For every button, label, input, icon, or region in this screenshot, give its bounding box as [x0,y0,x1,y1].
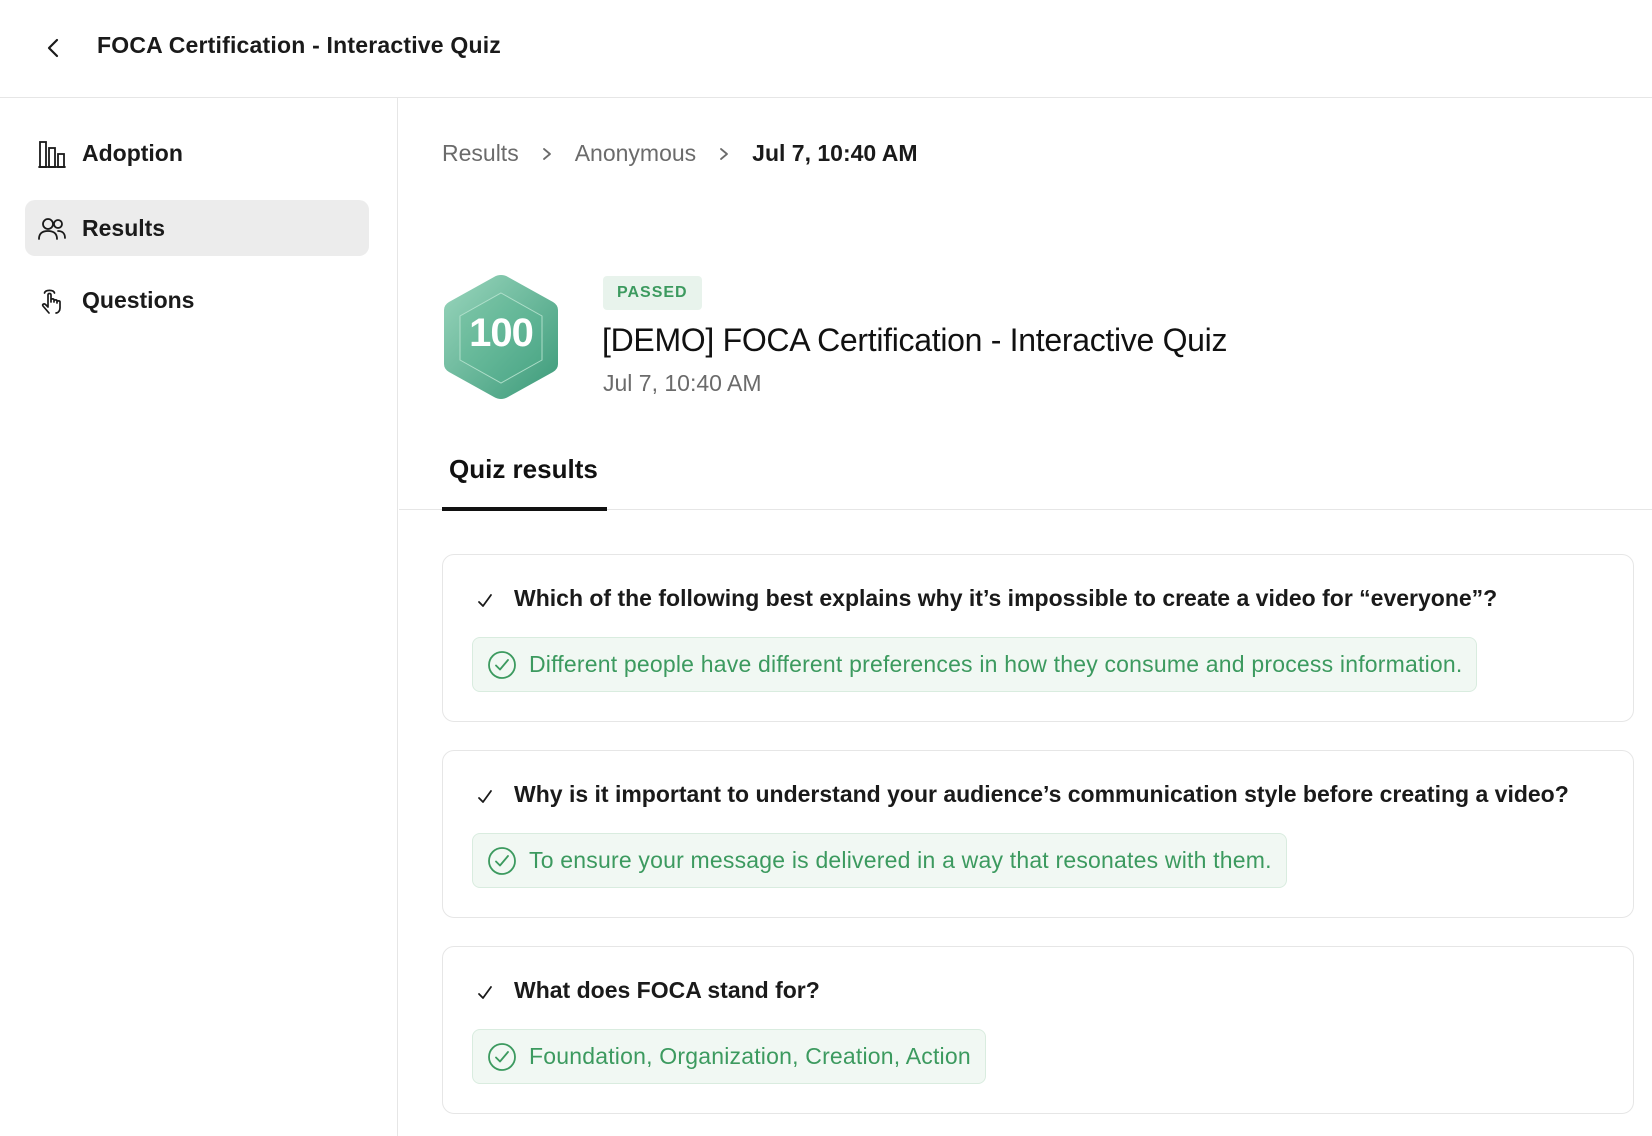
check-icon [473,589,497,613]
top-bar: FOCA Certification - Interactive Quiz [0,0,1652,98]
main-content: Results Anonymous Jul 7, 10:40 AM 100 PA… [399,98,1652,1136]
sidebar-item-label: Results [82,215,166,241]
question-card: Why is it important to understand your a… [442,750,1634,918]
answer-text: Different people have different preferen… [529,651,1463,677]
correct-answer: Different people have different preferen… [472,637,1478,692]
tab-active-indicator [442,507,607,511]
answer-text: Foundation, Organization, Creation, Acti… [529,1043,971,1069]
breadcrumb: Results Anonymous Jul 7, 10:40 AM [442,140,918,167]
tab-bar: Quiz results [399,450,1652,511]
check-circle-icon [488,847,516,875]
bar-chart-icon [37,139,67,169]
sidebar-item-adoption[interactable]: Adoption [25,125,369,181]
correct-answer: Foundation, Organization, Creation, Acti… [472,1029,986,1084]
correct-answer: To ensure your message is delivered in a… [472,833,1287,888]
chevron-left-icon [47,38,59,58]
pointer-hand-icon [37,286,67,316]
sidebar: Adoption Results Questions [0,98,398,1136]
back-button[interactable] [36,30,72,66]
check-circle-icon [488,651,516,679]
question-text: Why is it important to understand your a… [514,781,1569,807]
breadcrumb-anonymous[interactable]: Anonymous [575,140,696,167]
check-circle-icon [488,1043,516,1071]
check-icon [473,785,497,809]
status-badge: PASSED [603,276,702,310]
tab-label: Quiz results [449,454,598,484]
users-icon [37,214,67,244]
app-title: FOCA Certification - Interactive Quiz [97,32,501,58]
score-badge: 100 [441,271,561,403]
score-value: 100 [469,311,534,355]
answer-text: To ensure your message is delivered in a… [529,847,1272,873]
sidebar-item-label: Adoption [82,140,183,166]
question-card: What does FOCA stand for? Foundation, Or… [442,946,1634,1114]
question-card: Which of the following best explains why… [442,554,1634,722]
sidebar-item-questions[interactable]: Questions [25,272,369,328]
sidebar-item-label: Questions [82,287,195,313]
breadcrumb-results[interactable]: Results [442,140,519,167]
tab-quiz-results[interactable]: Quiz results [442,450,607,511]
question-text: Which of the following best explains why… [514,585,1498,611]
sidebar-item-results[interactable]: Results [25,200,369,256]
chevron-right-icon [718,147,730,161]
check-icon [473,981,497,1005]
question-text: What does FOCA stand for? [514,977,820,1003]
page-title: [DEMO] FOCA Certification - Interactive … [602,322,1228,358]
submission-date: Jul 7, 10:40 AM [603,370,762,396]
chevron-right-icon [541,147,553,161]
breadcrumb-current: Jul 7, 10:40 AM [752,140,918,166]
